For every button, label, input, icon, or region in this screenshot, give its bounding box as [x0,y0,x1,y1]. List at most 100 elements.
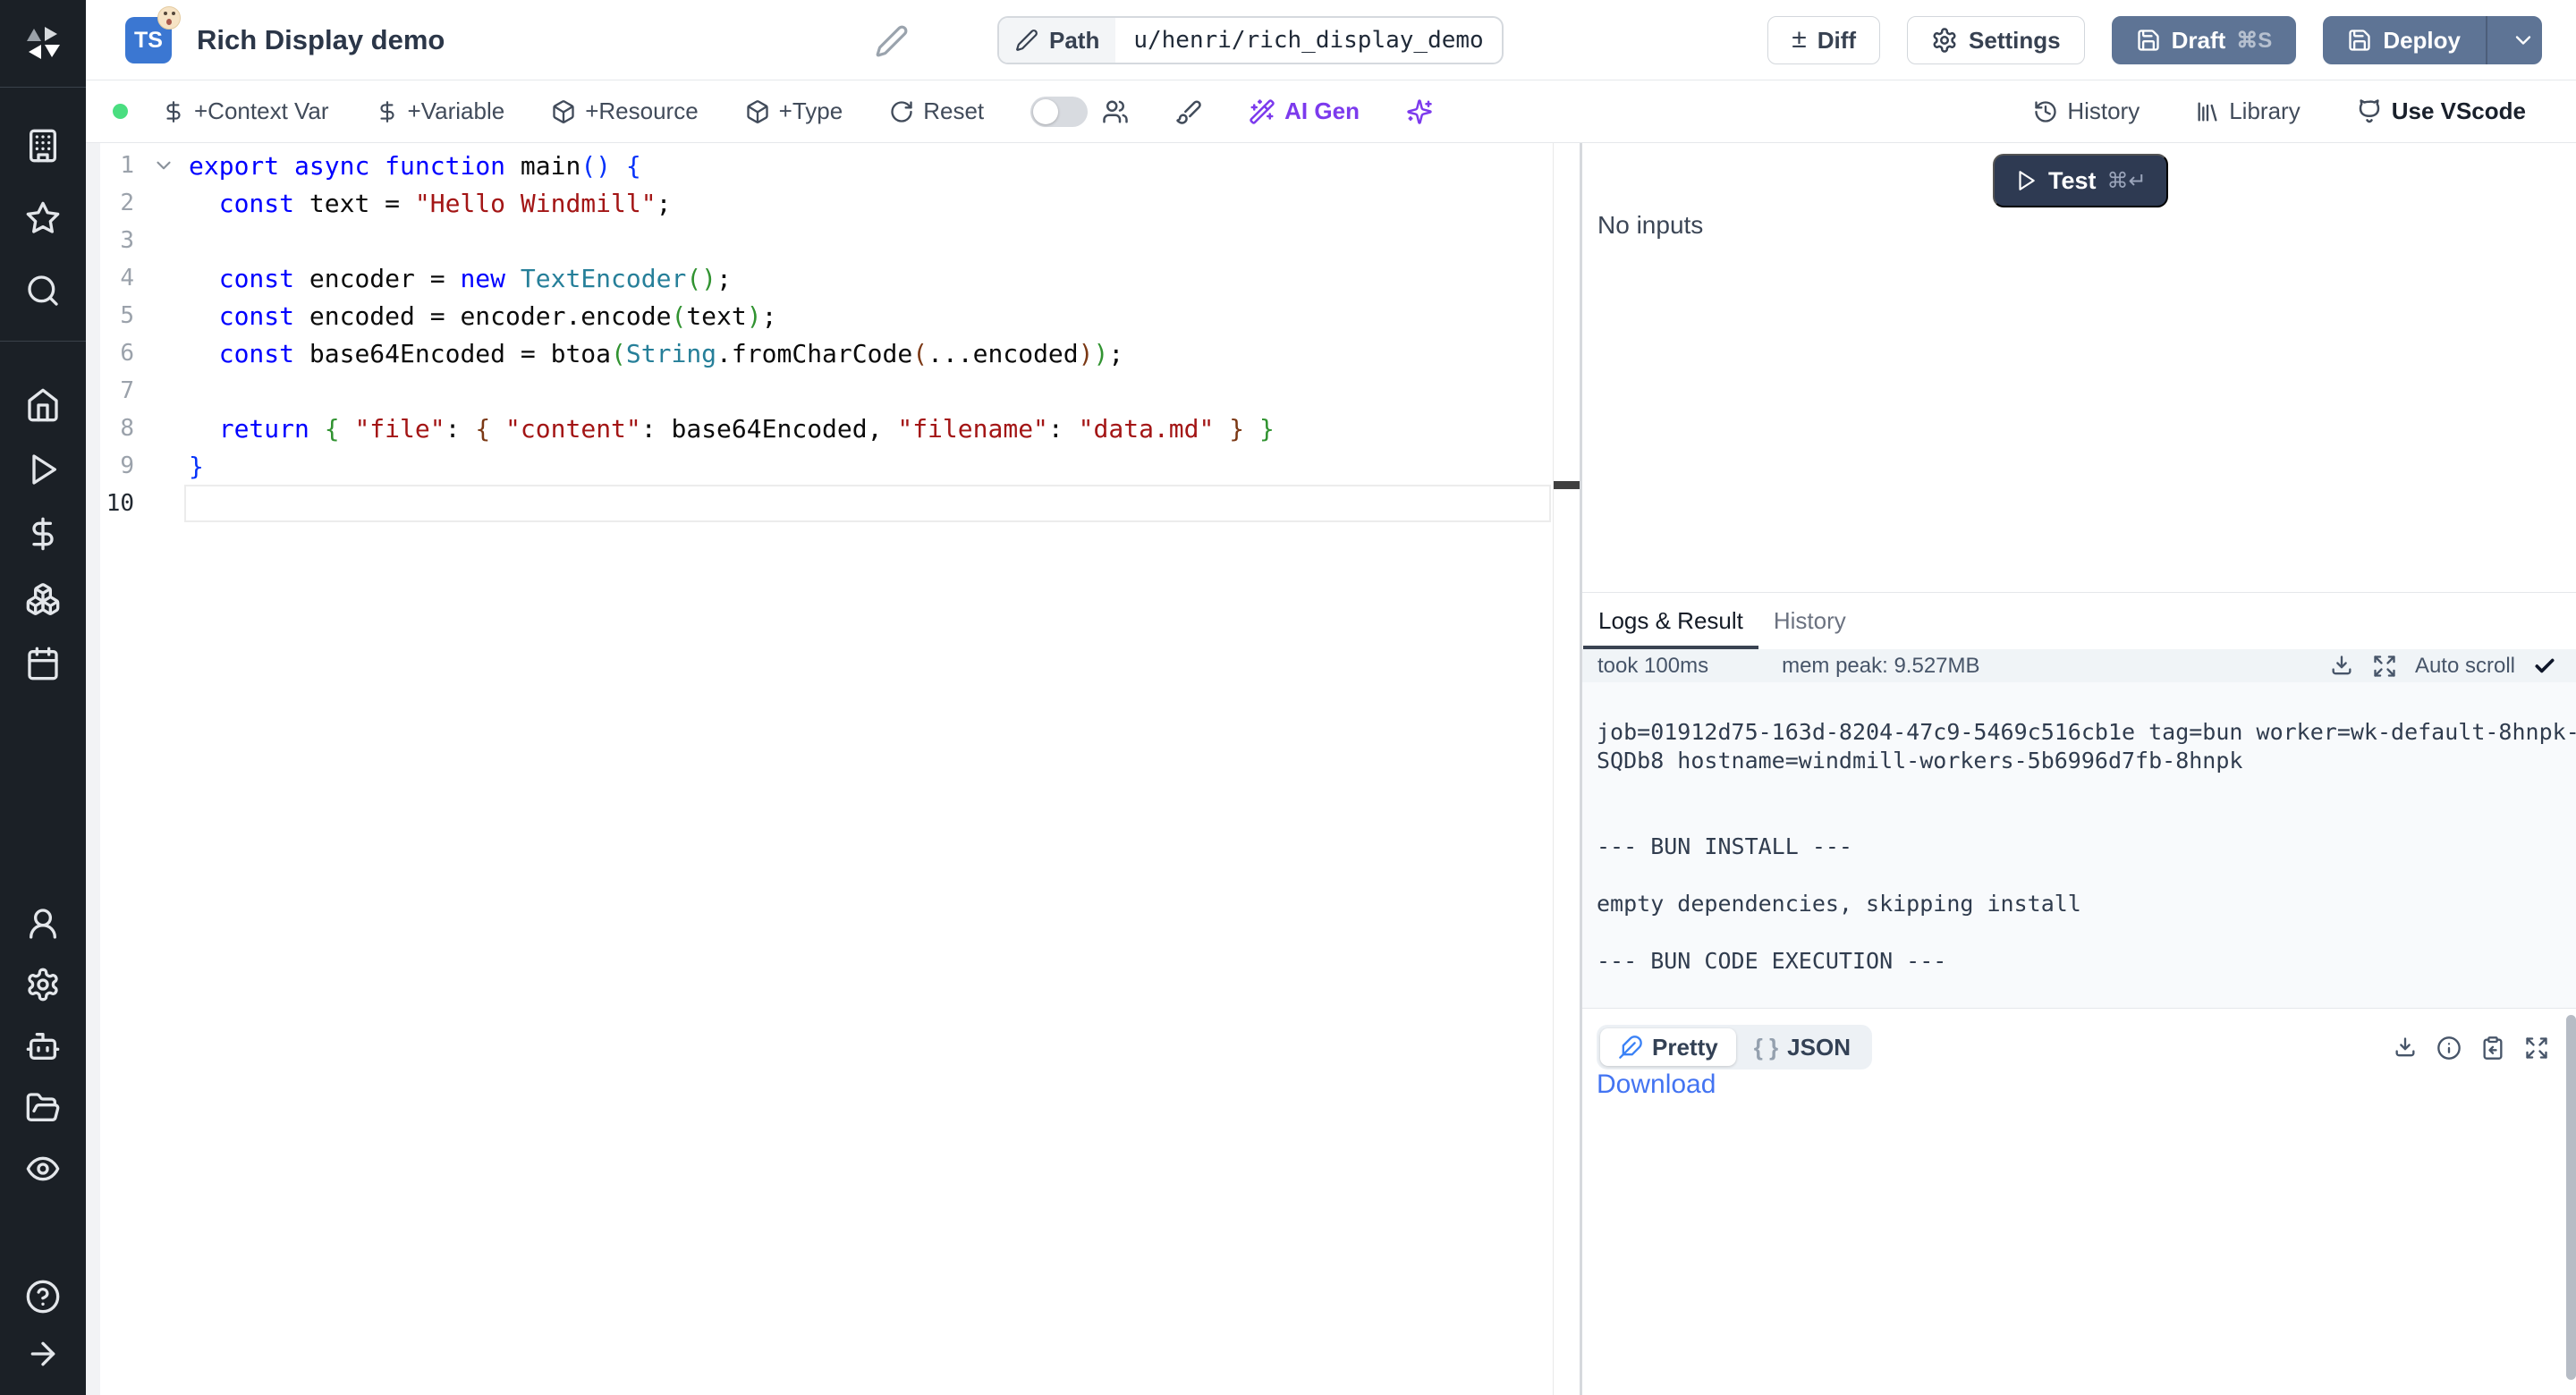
download-result-icon[interactable] [2393,1036,2418,1061]
sidebar-item-home[interactable] [0,387,86,423]
format-brush-button[interactable] [1175,98,1202,125]
library-button[interactable]: Library [2195,97,2300,125]
sidebar-item-runs[interactable] [0,452,86,487]
path-field[interactable]: Path u/henri/rich_display_demo [997,16,1504,64]
code-line[interactable]: 10 [86,485,1580,522]
sidebar-item-help[interactable] [0,1279,86,1315]
sidebar-item-folders[interactable] [0,1090,86,1126]
collab-toggle[interactable] [1030,97,1088,127]
path-label-section: Path [999,18,1115,63]
chevron-down-icon [2511,28,2536,53]
draft-button[interactable]: Draft ⌘S [2112,16,2297,64]
code-line[interactable]: 5 const encoded = encoder.encode(text); [86,297,1580,334]
braces-icon: { } [1754,1034,1778,1061]
edit-summary-pencil-icon[interactable] [875,24,909,58]
expand-logs-icon[interactable] [2372,654,2397,679]
dollar-icon [162,100,185,123]
download-logs-icon[interactable] [2329,654,2354,679]
tab-history[interactable]: History [1758,593,1861,649]
sidebar-item-variables[interactable] [0,516,86,552]
line-number: 9 [86,452,134,479]
sidebar-item-schedules[interactable] [0,646,86,681]
editor-toolbar: +Context Var +Variable +Resource +Type R… [86,80,2576,143]
refresh-icon [889,99,914,124]
no-inputs-text: No inputs [1597,211,1703,240]
package-icon [551,99,576,124]
history-button[interactable]: History [2033,97,2140,125]
code-line[interactable]: 4 const encoder = new TextEncoder(); [86,259,1580,297]
diff-label: Diff [1818,27,1856,55]
use-vscode-button[interactable]: Use VScode [2356,97,2526,125]
sidebar-item-workspace[interactable] [0,128,86,164]
ai-gen-button[interactable]: AI Gen [1249,97,1360,125]
sidebar-item-audit-logs[interactable] [0,1151,86,1187]
fold-chevron-icon[interactable] [152,154,175,177]
log-line: --- BUN INSTALL --- [1597,833,2576,861]
download-link[interactable]: Download [1597,1070,1716,1100]
line-number: 6 [86,340,134,367]
tab-logs-result[interactable]: Logs & Result [1583,593,1758,649]
log-line [1597,775,2576,804]
sidebar-item-users[interactable] [0,906,86,942]
add-type-button[interactable]: +Type [745,97,843,125]
add-variable-button[interactable]: +Variable [376,97,505,125]
code-line[interactable]: 3 [86,222,1580,259]
sidebar-item-favorites[interactable] [0,200,86,236]
log-line: empty dependencies, skipping install [1597,890,2576,918]
settings-button[interactable]: Settings [1907,16,2085,64]
logs-tabs: Logs & Result History [1582,593,2576,649]
sidebar-item-settings[interactable] [0,967,86,1002]
result-section: Pretty { } JSON Download [1582,1009,2576,1395]
expand-result-icon[interactable] [2524,1036,2549,1061]
magic-wand-icon [1249,98,1275,125]
line-number: 3 [86,227,134,254]
code-line[interactable]: 2 const text = "Hello Windmill"; [86,184,1580,222]
inputs-section: Test ⌘↵ No inputs [1582,143,2576,593]
ai-sparkles-button[interactable] [1406,98,1433,125]
header: TS Rich Display demo Path u/henri/rich_d… [86,0,2576,80]
info-icon[interactable] [2436,1036,2462,1061]
sidebar-expand-icon[interactable] [0,1336,86,1372]
line-number: 10 [86,490,134,517]
path-label: Path [1049,27,1099,55]
code-line[interactable]: 9} [86,447,1580,485]
auto-scroll-label: Auto scroll [2415,654,2515,679]
deploy-button[interactable]: Deploy [2323,16,2542,64]
auto-scroll-checkbox[interactable] [2533,655,2556,678]
reset-button[interactable]: Reset [889,97,984,125]
line-number: 8 [86,415,134,442]
typescript-badge-label: TS [134,28,163,54]
sidebar-item-resources[interactable] [0,581,86,617]
pencil-icon [1015,29,1038,52]
sidebar-item-search[interactable] [0,273,86,309]
add-context-var-label: +Context Var [194,97,329,125]
code-line[interactable]: 1export async function main() { [86,147,1580,184]
code-editor[interactable]: 1export async function main() {2 const t… [86,143,1580,1395]
test-button[interactable]: Test ⌘↵ [1993,154,2168,207]
code-line[interactable]: 6 const base64Encoded = btoa(String.from… [86,334,1580,372]
connection-status-dot [113,104,128,119]
line-number: 5 [86,302,134,329]
copy-to-clipboard-icon[interactable] [2480,1036,2505,1061]
tab-json[interactable]: { } JSON [1736,1028,1868,1066]
add-resource-button[interactable]: +Resource [551,97,698,125]
sidebar-item-workers[interactable] [0,1028,86,1064]
logs-output: job=01912d75-163d-8204-47c9-5469c516cb1e… [1582,682,2576,1009]
line-number: 4 [86,265,134,292]
play-icon [2014,169,2038,192]
result-scrollbar[interactable] [2566,1015,2576,1380]
windmill-script-editor: TS Rich Display demo Path u/henri/rich_d… [0,0,2576,1395]
tab-pretty[interactable]: Pretty [1600,1028,1736,1066]
windmill-logo-icon[interactable] [0,21,86,64]
sidebar [0,0,86,1395]
code-line[interactable]: 8 return { "file": { "content": base64En… [86,410,1580,447]
diff-button[interactable]: ± Diff [1767,16,1880,64]
add-context-var-button[interactable]: +Context Var [162,97,329,125]
typescript-badge: TS [125,17,172,63]
add-resource-label: +Resource [585,97,698,125]
save-icon [2136,28,2161,53]
history-clock-icon [2033,99,2058,124]
deploy-dropdown[interactable] [2498,28,2541,53]
draft-label: Draft [2172,27,2226,55]
code-line[interactable]: 7 [86,372,1580,410]
